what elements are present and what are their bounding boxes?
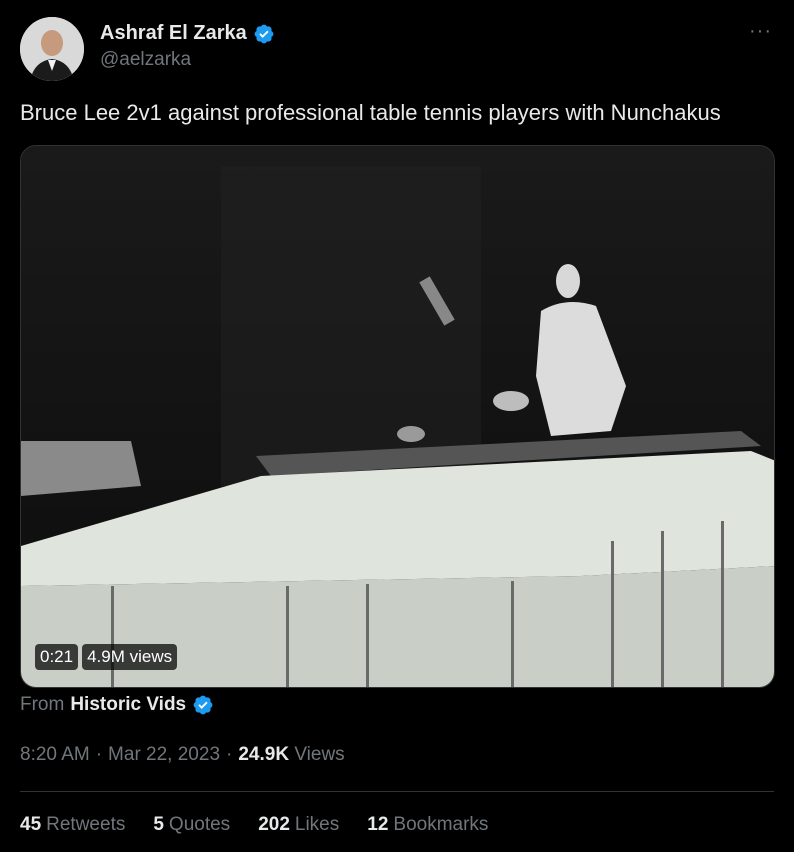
tweet-meta: 8:20 AM · Mar 22, 2023 · 24.9K Views [20, 744, 345, 766]
source-account-link[interactable]: Historic Vids [70, 694, 186, 716]
tweet-time[interactable]: 8:20 AM [20, 744, 90, 766]
author-avatar[interactable] [20, 17, 84, 81]
retweets-label: Retweets [46, 814, 126, 835]
tweet-text: Bruce Lee 2v1 against professional table… [20, 100, 721, 125]
from-label: From [20, 694, 65, 715]
views-label: Views [294, 744, 345, 765]
more-options-icon[interactable]: ··· [749, 21, 772, 41]
stat-likes[interactable]: 202 Likes [258, 814, 339, 836]
author-name[interactable]: Ashraf El Zarka [100, 22, 247, 45]
engagement-stats: 45 Retweets 5 Quotes 202 Likes 12 Bookma… [20, 814, 488, 836]
author-handle[interactable]: @aelzarka [100, 49, 191, 71]
quotes-count: 5 [153, 814, 164, 835]
video-thumbnail [21, 146, 774, 687]
video-player[interactable]: 0:21 4.9M views [20, 145, 775, 688]
bookmarks-label: Bookmarks [393, 814, 489, 835]
stat-quotes[interactable]: 5 Quotes [153, 814, 230, 836]
stat-bookmarks[interactable]: 12 Bookmarks [367, 814, 488, 836]
video-duration: 0:21 [35, 644, 79, 670]
separator-dot: · [226, 744, 233, 765]
likes-label: Likes [294, 814, 340, 835]
stat-retweets[interactable]: 45 Retweets [20, 814, 125, 836]
divider [20, 791, 774, 792]
author-name-row[interactable]: Ashraf El Zarka [100, 22, 275, 45]
tweet-date[interactable]: Mar 22, 2023 [108, 744, 220, 766]
verified-badge-icon [193, 695, 213, 715]
video-views: 4.9M views [82, 644, 178, 670]
likes-count: 202 [258, 814, 290, 835]
separator-dot: · [95, 744, 103, 765]
quotes-label: Quotes [168, 814, 231, 835]
verified-badge-icon [254, 24, 274, 43]
media-source: From Historic Vids [20, 694, 214, 716]
retweets-count: 45 [20, 814, 42, 835]
views-count: 24.9K [238, 744, 290, 765]
bookmarks-count: 12 [367, 814, 389, 835]
